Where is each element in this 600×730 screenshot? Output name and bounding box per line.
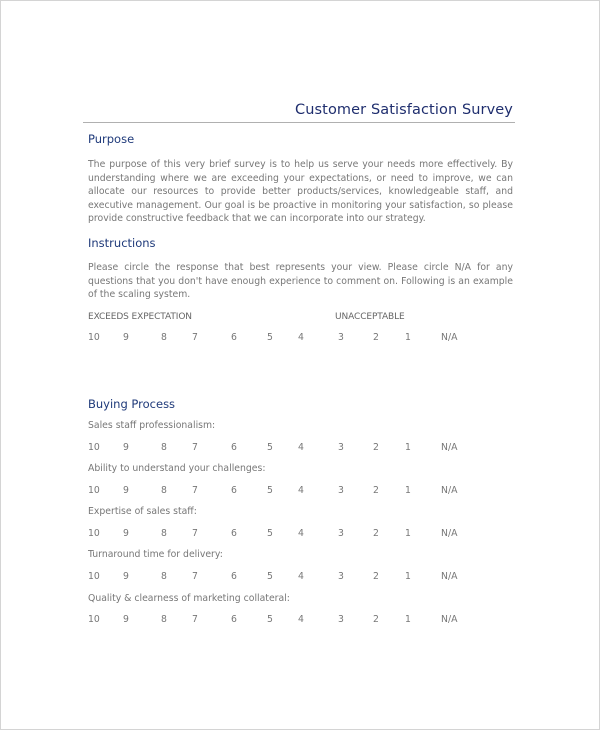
survey-page: Customer Satisfaction Survey Purpose The… <box>0 0 600 730</box>
scale-option-2[interactable]: 2 <box>373 571 379 582</box>
scale-option-na[interactable]: N/A <box>441 614 457 625</box>
question-label: Expertise of sales staff: <box>88 506 197 517</box>
scale-option-2[interactable]: 2 <box>373 442 379 453</box>
purpose-heading: Purpose <box>88 132 135 146</box>
question-scale-row: 10 9 8 7 6 5 4 3 2 1 N/A <box>1 614 600 628</box>
question-scale-row: 10 9 8 7 6 5 4 3 2 1 N/A <box>1 442 600 456</box>
scale-option-10[interactable]: 10 <box>88 442 100 453</box>
scale-option-8[interactable]: 8 <box>161 614 167 625</box>
scale-option-1[interactable]: 1 <box>405 442 411 453</box>
scale-option-6[interactable]: 6 <box>231 332 237 343</box>
scale-option-3[interactable]: 3 <box>338 442 344 453</box>
scale-option-3[interactable]: 3 <box>338 614 344 625</box>
scale-option-1[interactable]: 1 <box>405 332 411 343</box>
scale-option-6[interactable]: 6 <box>231 571 237 582</box>
purpose-text: The purpose of this very brief survey is… <box>88 159 513 224</box>
scale-option-6[interactable]: 6 <box>231 485 237 496</box>
scale-option-7[interactable]: 7 <box>192 442 198 453</box>
scale-option-8[interactable]: 8 <box>161 571 167 582</box>
scale-option-5[interactable]: 5 <box>267 442 273 453</box>
scale-option-1[interactable]: 1 <box>405 571 411 582</box>
scale-option-6[interactable]: 6 <box>231 614 237 625</box>
scale-option-7[interactable]: 7 <box>192 332 198 343</box>
scale-option-10[interactable]: 10 <box>88 485 100 496</box>
question-scale-row: 10 9 8 7 6 5 4 3 2 1 N/A <box>1 528 600 542</box>
scale-option-7[interactable]: 7 <box>192 614 198 625</box>
scale-option-9[interactable]: 9 <box>123 528 129 539</box>
scale-option-3[interactable]: 3 <box>338 571 344 582</box>
question-label: Sales staff professionalism: <box>88 420 216 431</box>
scale-high-label: EXCEEDS EXPECTATION <box>88 312 192 322</box>
scale-low-label: UNACCEPTABLE <box>335 312 405 322</box>
scale-option-8[interactable]: 8 <box>161 442 167 453</box>
scale-option-9[interactable]: 9 <box>123 332 129 343</box>
question-label: Quality & clearness of marketing collate… <box>88 593 290 604</box>
scale-option-4[interactable]: 4 <box>298 614 304 625</box>
scale-option-5[interactable]: 5 <box>267 571 273 582</box>
scale-option-9[interactable]: 9 <box>123 571 129 582</box>
scale-option-2[interactable]: 2 <box>373 614 379 625</box>
scale-option-10[interactable]: 10 <box>88 332 100 343</box>
scale-option-8[interactable]: 8 <box>161 528 167 539</box>
scale-option-9[interactable]: 9 <box>123 614 129 625</box>
scale-option-2[interactable]: 2 <box>373 528 379 539</box>
scale-option-na[interactable]: N/A <box>441 442 457 453</box>
question-scale-row: 10 9 8 7 6 5 4 3 2 1 N/A <box>1 571 600 585</box>
scale-option-5[interactable]: 5 <box>267 485 273 496</box>
scale-option-9[interactable]: 9 <box>123 442 129 453</box>
scale-option-1[interactable]: 1 <box>405 614 411 625</box>
scale-option-8[interactable]: 8 <box>161 332 167 343</box>
document-title: Customer Satisfaction Survey <box>295 102 513 118</box>
scale-option-5[interactable]: 5 <box>267 332 273 343</box>
scale-option-10[interactable]: 10 <box>88 614 100 625</box>
question-label: Turnaround time for delivery: <box>88 549 223 560</box>
scale-option-4[interactable]: 4 <box>298 571 304 582</box>
scale-option-2[interactable]: 2 <box>373 332 379 343</box>
scale-option-6[interactable]: 6 <box>231 442 237 453</box>
scale-option-na[interactable]: N/A <box>441 485 457 496</box>
scale-option-4[interactable]: 4 <box>298 528 304 539</box>
instructions-heading: Instructions <box>88 236 156 250</box>
scale-option-6[interactable]: 6 <box>231 528 237 539</box>
scale-option-na[interactable]: N/A <box>441 332 457 343</box>
instructions-text: Please circle the response that best rep… <box>88 262 513 300</box>
question-scale-row: 10 9 8 7 6 5 4 3 2 1 N/A <box>1 485 600 499</box>
scale-option-2[interactable]: 2 <box>373 485 379 496</box>
scale-option-3[interactable]: 3 <box>338 528 344 539</box>
scale-option-na[interactable]: N/A <box>441 571 457 582</box>
buying-process-heading: Buying Process <box>88 397 176 411</box>
question-label: Ability to understand your challenges: <box>88 463 266 474</box>
scale-option-na[interactable]: N/A <box>441 528 457 539</box>
scale-option-3[interactable]: 3 <box>338 332 344 343</box>
scale-option-7[interactable]: 7 <box>192 571 198 582</box>
scale-option-3[interactable]: 3 <box>338 485 344 496</box>
scale-option-8[interactable]: 8 <box>161 485 167 496</box>
scale-option-7[interactable]: 7 <box>192 528 198 539</box>
scale-option-1[interactable]: 1 <box>405 485 411 496</box>
title-divider <box>83 122 515 123</box>
scale-option-4[interactable]: 4 <box>298 485 304 496</box>
scale-option-9[interactable]: 9 <box>123 485 129 496</box>
scale-option-1[interactable]: 1 <box>405 528 411 539</box>
scale-option-7[interactable]: 7 <box>192 485 198 496</box>
scale-option-4[interactable]: 4 <box>298 442 304 453</box>
scale-option-10[interactable]: 10 <box>88 571 100 582</box>
example-scale-row: 10 9 8 7 6 5 4 3 2 1 N/A <box>1 332 600 346</box>
scale-option-5[interactable]: 5 <box>267 528 273 539</box>
scale-option-10[interactable]: 10 <box>88 528 100 539</box>
scale-option-5[interactable]: 5 <box>267 614 273 625</box>
scale-option-4[interactable]: 4 <box>298 332 304 343</box>
